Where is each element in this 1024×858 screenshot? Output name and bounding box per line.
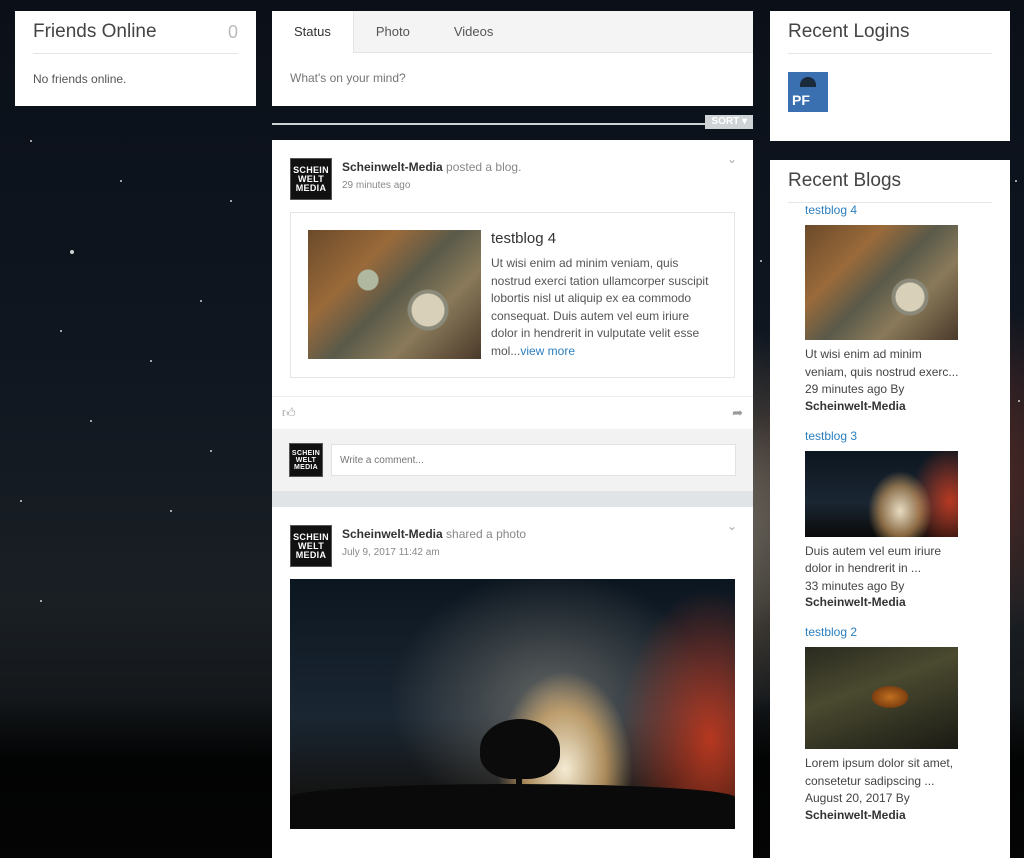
recent-blog-thumbnail[interactable] bbox=[805, 647, 958, 749]
like-thumb-icon[interactable]: 👍︎ bbox=[282, 405, 296, 421]
recent-blog-excerpt-line: veniam, quis nostrud exerc... bbox=[805, 364, 959, 379]
recent-blog-meta: August 20, 2017 By bbox=[805, 791, 910, 805]
composer-tabs: Status Photo Videos bbox=[272, 11, 753, 53]
tab-photo[interactable]: Photo bbox=[354, 11, 432, 52]
recent-blog-meta: 29 minutes ago By bbox=[805, 382, 905, 396]
share-arrow-icon[interactable]: ➦ bbox=[732, 405, 743, 421]
post-action: shared a photo bbox=[446, 527, 527, 541]
recent-blog-thumbnail[interactable] bbox=[805, 450, 958, 537]
tab-status[interactable]: Status bbox=[272, 11, 354, 53]
avatar-text: MEDIA bbox=[295, 549, 327, 560]
activity-feed: ⌄ SCHEIN WELT MEDIA Scheinwelt-Media pos… bbox=[272, 140, 753, 858]
avatar[interactable]: SCHEIN WELT MEDIA bbox=[290, 525, 332, 567]
avatar-text: WELT bbox=[295, 456, 317, 464]
post-options-chevron-icon[interactable]: ⌄ bbox=[727, 519, 737, 533]
list-item: testblog 4 Ut wisi enim ad minim veniam,… bbox=[805, 203, 975, 413]
sort-label: SORT bbox=[711, 116, 740, 127]
status-composer: Status Photo Videos bbox=[272, 11, 753, 106]
recent-logins-widget: Recent Logins PF bbox=[770, 11, 1010, 141]
recent-blog-author[interactable]: Scheinwelt-Media bbox=[805, 808, 975, 822]
caret-down-icon: ▾ bbox=[741, 116, 747, 127]
blog-excerpt: Ut wisi enim ad minim veniam, quis nostr… bbox=[491, 255, 717, 360]
post-timestamp[interactable]: 29 minutes ago bbox=[342, 180, 521, 191]
avatar-text: MEDIA bbox=[295, 182, 327, 193]
avatar[interactable]: PF bbox=[788, 72, 828, 112]
recent-blog-meta: 33 minutes ago By bbox=[805, 578, 905, 593]
blog-excerpt-text: Ut wisi enim ad minim veniam, quis nostr… bbox=[491, 256, 709, 358]
view-more-link[interactable]: view more bbox=[520, 344, 575, 358]
blog-thumbnail[interactable] bbox=[308, 230, 481, 359]
sort-button[interactable]: SORT ▾ bbox=[705, 115, 753, 129]
friends-online-widget: Friends Online 0 No friends online. bbox=[15, 11, 256, 106]
avatar-text: PF bbox=[792, 92, 810, 108]
recent-logins-header: Recent Logins bbox=[788, 21, 992, 54]
post-author[interactable]: Scheinwelt-Media bbox=[342, 160, 443, 174]
shared-photo[interactable] bbox=[290, 579, 735, 829]
friends-online-title: Friends Online bbox=[33, 21, 157, 42]
photo-tree-trunk bbox=[516, 769, 522, 789]
recent-blog-excerpt: Ut wisi enim ad minim veniam, quis nostr… bbox=[805, 346, 975, 399]
list-item: testblog 2 Lorem ipsum dolor sit amet, c… bbox=[805, 625, 975, 822]
feed-separator bbox=[272, 491, 753, 507]
recent-blogs-header: Recent Blogs bbox=[788, 170, 992, 203]
post-author[interactable]: Scheinwelt-Media bbox=[342, 527, 443, 541]
recent-blog-title[interactable]: testblog 2 bbox=[805, 625, 975, 639]
post-header: SCHEIN WELT MEDIA Scheinwelt-Media share… bbox=[290, 525, 735, 567]
post-header: SCHEIN WELT MEDIA Scheinwelt-Media poste… bbox=[290, 158, 735, 200]
post-timestamp[interactable]: July 9, 2017 11:42 am bbox=[342, 547, 526, 558]
recent-blog-excerpt: Duis autem vel eum iriure dolor in hendr… bbox=[805, 543, 975, 596]
tab-videos[interactable]: Videos bbox=[432, 11, 516, 52]
avatar[interactable]: SCHEIN WELT MEDIA bbox=[290, 158, 332, 200]
status-input[interactable] bbox=[272, 53, 753, 103]
comment-input[interactable] bbox=[331, 444, 736, 476]
list-item: testblog 3 Duis autem vel eum iriure dol… bbox=[805, 429, 975, 609]
blog-card[interactable]: testblog 4 Ut wisi enim ad minim veniam,… bbox=[290, 212, 735, 378]
avatar-text: SCHEIN bbox=[291, 449, 321, 457]
sort-divider bbox=[272, 123, 709, 125]
recent-blog-thumbnail[interactable] bbox=[805, 225, 958, 340]
avatar-text: MEDIA bbox=[293, 463, 319, 471]
blog-title[interactable]: testblog 4 bbox=[491, 230, 717, 247]
comment-box: SCHEIN WELT MEDIA bbox=[272, 429, 753, 491]
feed-post-blog: ⌄ SCHEIN WELT MEDIA Scheinwelt-Media pos… bbox=[272, 140, 753, 396]
post-options-chevron-icon[interactable]: ⌄ bbox=[727, 152, 737, 166]
friends-online-header: Friends Online 0 bbox=[33, 21, 238, 54]
recent-blog-excerpt-line: Lorem ipsum dolor sit amet, bbox=[805, 756, 954, 770]
recent-blog-excerpt-line: consetetur sadipscing ... bbox=[805, 773, 935, 788]
recent-blog-title[interactable]: testblog 3 bbox=[805, 429, 975, 443]
avatar: SCHEIN WELT MEDIA bbox=[289, 443, 323, 477]
recent-blog-author[interactable]: Scheinwelt-Media bbox=[805, 399, 975, 413]
android-icon bbox=[800, 77, 816, 87]
recent-blog-excerpt-line: dolor in hendrerit in ... bbox=[805, 561, 922, 575]
recent-blog-excerpt-line: Ut wisi enim ad minim bbox=[805, 347, 922, 361]
photo-ground bbox=[290, 784, 735, 829]
recent-blog-author[interactable]: Scheinwelt-Media bbox=[805, 595, 975, 609]
recent-blogs-widget: Recent Blogs testblog 4 Ut wisi enim ad … bbox=[770, 160, 1010, 858]
recent-blogs-title: Recent Blogs bbox=[788, 170, 902, 191]
recent-logins-title: Recent Logins bbox=[788, 21, 910, 42]
feed-post-photo: ⌄ SCHEIN WELT MEDIA Scheinwelt-Media sha… bbox=[272, 507, 753, 847]
post-action: posted a blog. bbox=[446, 160, 522, 174]
post-author-line: Scheinwelt-Media posted a blog. bbox=[342, 160, 521, 174]
post-action-bar: 👍︎ ➦ bbox=[272, 396, 753, 429]
recent-blog-excerpt-line: Duis autem vel eum iriure bbox=[805, 543, 942, 558]
friends-online-count: 0 bbox=[227, 21, 238, 42]
recent-blog-excerpt: Lorem ipsum dolor sit amet, consetetur s… bbox=[805, 755, 975, 808]
post-author-line: Scheinwelt-Media shared a photo bbox=[342, 527, 526, 541]
feed-sort-bar: SORT ▾ bbox=[272, 114, 753, 130]
friends-online-empty: No friends online. bbox=[33, 72, 127, 86]
recent-blog-title[interactable]: testblog 4 bbox=[805, 203, 975, 217]
